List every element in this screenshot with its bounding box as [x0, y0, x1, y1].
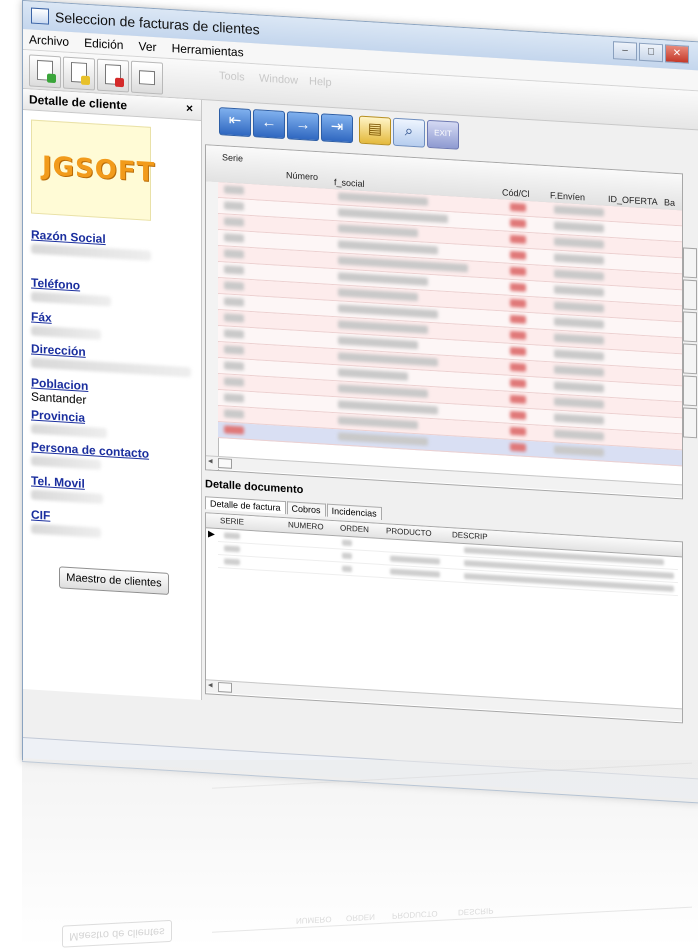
app-window: Seleccion de facturas de clientes – □ ✕ … [22, 0, 698, 804]
invoice-area: ⇤ ← → ⇥ ▤ ⌕ EXIT Serie Número f_social C… [205, 100, 697, 730]
menu-edicion[interactable]: Edición [84, 33, 123, 55]
side-tab[interactable] [683, 343, 697, 375]
reflection-content: NUMERO ORDEN PRODUCTO DESCRIP Maestro de… [22, 760, 698, 948]
arrow-right-icon: → [295, 115, 311, 134]
prev-record-button[interactable]: ← [253, 109, 285, 140]
col-ba[interactable]: Ba [664, 197, 675, 208]
logo-text: JGSOFT [42, 151, 156, 189]
field-persona-contacto: Persona de contacto [31, 440, 149, 473]
reflection-scrollbar [212, 760, 692, 789]
tab-incidencias[interactable]: Incidencias [326, 503, 382, 520]
col-producto[interactable]: PRODUCTO [386, 526, 432, 538]
arrow-last-icon: ⇥ [330, 117, 344, 136]
field-value-blurred [31, 455, 101, 470]
field-label: Tel. Movil [31, 473, 85, 491]
col-f-envien[interactable]: F.Envíen [550, 190, 585, 202]
window-reflection: NUMERO ORDEN PRODUCTO DESCRIP Maestro de… [22, 760, 698, 948]
next-record-button[interactable]: → [287, 111, 319, 142]
arrow-left-icon: ← [261, 113, 277, 132]
col-id-oferta[interactable]: ID_OFERTA [608, 194, 658, 207]
col-social[interactable]: f_social [334, 177, 365, 189]
app-icon [31, 7, 49, 25]
col-cod-cl[interactable]: Cód/Cl [502, 187, 530, 199]
filter-icon: ▤ [367, 120, 383, 139]
reflection-col-producto: PRODUCTO [392, 908, 438, 921]
field-poblacion: Poblacion Santander [31, 376, 88, 408]
delete-document-button[interactable] [97, 58, 129, 93]
col-numero[interactable]: NUMERO [288, 520, 324, 531]
field-value-blurred [31, 423, 107, 439]
window-controls: – □ ✕ [613, 41, 689, 64]
ghost-menu-window: Window [259, 72, 299, 87]
side-tab[interactable] [683, 311, 697, 343]
maximize-icon[interactable]: □ [639, 42, 663, 63]
panel-close-icon[interactable]: × [186, 101, 193, 115]
menu-ver[interactable]: Ver [139, 36, 157, 57]
edit-document-button[interactable] [63, 56, 95, 91]
minimize-icon[interactable]: – [613, 41, 637, 61]
tab-cobros[interactable]: Cobros [286, 501, 326, 517]
field-fax: Fáx [31, 310, 101, 340]
print-icon [139, 70, 155, 86]
tab-detalle-factura[interactable]: Detalle de factura [205, 496, 286, 515]
field-provincia: Provincia [31, 408, 107, 439]
ghost-menu-tools: Tools [219, 70, 245, 84]
field-value-blurred [31, 325, 101, 340]
scroll-thumb[interactable] [218, 681, 232, 693]
first-record-button[interactable]: ⇤ [219, 107, 251, 138]
client-detail-panel: Detalle de cliente × JGSOFT Razón Social… [23, 89, 202, 701]
ghost-menu-help: Help [309, 75, 332, 89]
reflection-col-descrip: DESCRIP [458, 906, 494, 917]
field-cif: CIF [31, 508, 101, 538]
last-record-button[interactable]: ⇥ [321, 113, 353, 144]
side-tab[interactable] [683, 247, 697, 279]
maestro-clientes-button[interactable]: Maestro de clientes [59, 566, 169, 595]
scroll-left-icon[interactable]: ◂ [208, 455, 213, 466]
panel-title: Detalle de cliente [29, 92, 128, 113]
filter-button[interactable]: ▤ [359, 115, 391, 146]
detail-horizontal-scrollbar[interactable]: ◂ [206, 679, 682, 722]
reflection-col-numero: NUMERO [296, 914, 332, 926]
side-tab[interactable] [683, 375, 697, 407]
company-logo: JGSOFT [31, 119, 155, 221]
current-row-pointer-icon: ▶ [208, 528, 215, 539]
field-value-blurred [31, 489, 103, 504]
scroll-left-icon[interactable]: ◂ [208, 679, 213, 690]
scroll-thumb[interactable] [218, 457, 232, 469]
side-tabs [683, 247, 697, 440]
field-value: Santander [31, 389, 87, 407]
exit-label: EXIT [434, 128, 452, 139]
reflection-maestro-button: Maestro de clientes [62, 919, 172, 948]
search-icon: ⌕ [404, 122, 414, 140]
menu-archivo[interactable]: Archivo [29, 29, 69, 51]
col-descrip[interactable]: DESCRIP [452, 530, 488, 541]
field-value-blurred [31, 291, 111, 307]
field-label: CIF [31, 507, 51, 523]
field-direccion: Dirección [31, 342, 191, 378]
print-button[interactable] [131, 60, 163, 95]
close-icon[interactable]: ✕ [665, 44, 689, 64]
grid-rows [206, 181, 683, 490]
field-label: Fáx [31, 309, 52, 325]
document-detail-title: Detalle documento [205, 478, 304, 497]
field-razon-social: Razón Social [31, 228, 151, 261]
col-serie[interactable]: SERIE [220, 516, 244, 526]
col-orden[interactable]: ORDEN [340, 523, 369, 534]
new-document-button[interactable] [29, 54, 61, 89]
field-value-blurred [31, 523, 101, 538]
side-tab[interactable] [683, 279, 697, 311]
invoice-lines-grid[interactable]: SERIE NUMERO ORDEN PRODUCTO DESCRIP ▶ ◂ [205, 512, 683, 724]
invoices-grid[interactable]: Serie Número f_social Cód/Cl F.Envíen ID… [205, 144, 683, 500]
side-tab[interactable] [683, 407, 697, 439]
arrow-first-icon: ⇤ [228, 111, 242, 130]
exit-button[interactable]: EXIT [427, 119, 459, 150]
col-serie[interactable]: Serie [222, 152, 243, 163]
screenshot-stage: Seleccion de facturas de clientes – □ ✕ … [0, 0, 698, 948]
field-tel-movil: Tel. Movil [31, 474, 103, 504]
reflection-grid-header: NUMERO ORDEN PRODUCTO DESCRIP [212, 892, 692, 933]
search-button[interactable]: ⌕ [393, 117, 425, 148]
reflection-col-orden: ORDEN [346, 912, 375, 923]
col-numero[interactable]: Número [286, 170, 318, 182]
field-telefono: Teléfono [31, 276, 111, 307]
